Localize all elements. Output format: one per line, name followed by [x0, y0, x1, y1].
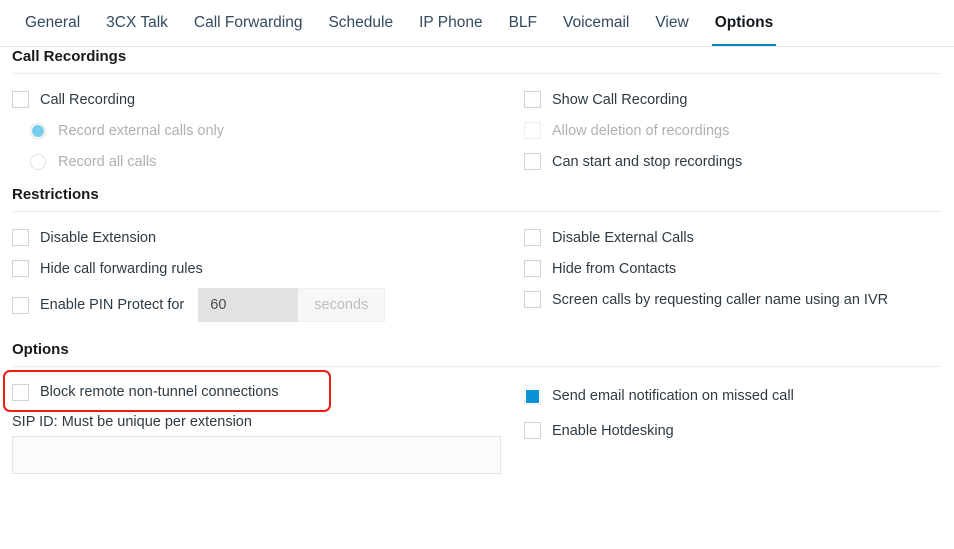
checkbox-row-block-remote[interactable]: Block remote non-tunnel connections [12, 377, 524, 407]
tab-label: BLF [508, 14, 538, 31]
tab-schedule[interactable]: Schedule [315, 0, 406, 46]
enable-hotdesking-checkbox[interactable] [524, 422, 541, 439]
record-all-calls-label: Record all calls [58, 153, 157, 170]
call-recordings-left-column: Call Recording Record external calls onl… [12, 84, 524, 177]
hide-from-contacts-checkbox[interactable] [524, 260, 541, 277]
tab-ip-phone[interactable]: IP Phone [406, 0, 496, 46]
checkbox-row-can-start-stop[interactable]: Can start and stop recordings [524, 146, 942, 177]
call-recordings-right-column: Show Call Recording Allow deletion of re… [524, 84, 942, 177]
record-external-calls-label: Record external calls only [58, 122, 225, 139]
tab-label: General [25, 14, 81, 31]
pin-timeout-input-group: seconds [198, 288, 386, 322]
enable-pin-protect-label: Enable PIN Protect for [40, 297, 185, 313]
section-title-call-recordings: Call Recordings [12, 48, 127, 65]
tab-options[interactable]: Options [702, 0, 787, 47]
checkbox-row-send-email-notification[interactable]: Send email notification on missed call [524, 377, 942, 415]
tab-label: Schedule [328, 14, 394, 31]
call-recording-checkbox[interactable] [12, 91, 29, 108]
pin-timeout-input[interactable] [198, 288, 299, 322]
section-restrictions: Restrictions Disable Extension Hide call… [0, 185, 954, 326]
tab-label: 3CX Talk [106, 14, 168, 31]
disable-extension-label: Disable Extension [40, 229, 157, 246]
tab-view[interactable]: View [642, 0, 701, 46]
section-title-options: Options [12, 341, 69, 358]
checkbox-row-enable-pin-protect[interactable]: Enable PIN Protect for seconds [12, 284, 524, 326]
checkbox-row-disable-extension[interactable]: Disable Extension [12, 222, 524, 253]
tab-label: Voicemail [563, 14, 630, 31]
tab-bar-divider [0, 46, 954, 47]
hide-from-contacts-label: Hide from Contacts [552, 260, 677, 277]
show-call-recording-label: Show Call Recording [552, 91, 688, 108]
screen-calls-checkbox[interactable] [524, 291, 541, 308]
allow-deletion-label: Allow deletion of recordings [552, 122, 730, 139]
can-start-stop-recordings-checkbox[interactable] [524, 153, 541, 170]
checkbox-row-hide-call-forwarding[interactable]: Hide call forwarding rules [12, 253, 524, 284]
block-remote-highlight-wrapper: Block remote non-tunnel connections [3, 370, 524, 412]
options-right-column: Send email notification on missed call E… [524, 377, 942, 446]
section-options: Options Block remote non-tunnel connecti… [0, 340, 954, 474]
tab-label: View [655, 14, 689, 31]
sip-id-label: SIP ID: Must be unique per extension [12, 414, 252, 430]
checkbox-row-hide-from-contacts[interactable]: Hide from Contacts [524, 253, 942, 284]
tab-voicemail[interactable]: Voicemail [550, 0, 642, 46]
show-call-recording-checkbox[interactable] [524, 91, 541, 108]
hide-call-forwarding-rules-checkbox[interactable] [12, 260, 29, 277]
section-divider [12, 73, 942, 74]
checkbox-row-screen-calls[interactable]: Screen calls by requesting caller name u… [524, 284, 942, 315]
tab-bar: General 3CX Talk Call Forwarding Schedul… [0, 0, 954, 47]
disable-external-calls-label: Disable External Calls [552, 229, 694, 246]
checkbox-row-allow-deletion: Allow deletion of recordings [524, 115, 942, 146]
restrictions-columns: Disable Extension Hide call forwarding r… [12, 222, 942, 326]
options-columns: Block remote non-tunnel connections SIP … [3, 370, 942, 474]
screen-calls-label: Screen calls by requesting caller name u… [552, 291, 889, 308]
disable-extension-checkbox[interactable] [12, 229, 29, 246]
call-recording-label: Call Recording [40, 91, 136, 108]
restrictions-right-column: Disable External Calls Hide from Contact… [524, 222, 942, 315]
tab-label: Options [714, 14, 774, 31]
checkbox-row-call-recording[interactable]: Call Recording [12, 84, 524, 115]
allow-deletion-checkbox [524, 122, 541, 139]
tab-blf[interactable]: BLF [496, 0, 550, 46]
section-call-recordings: Call Recordings Call Recording Record ex… [0, 47, 954, 177]
checkbox-row-show-call-recording[interactable]: Show Call Recording [524, 84, 942, 115]
block-remote-non-tunnel-checkbox[interactable] [12, 383, 29, 401]
section-divider [12, 211, 942, 212]
checkbox-row-disable-external-calls[interactable]: Disable External Calls [524, 222, 942, 253]
record-all-calls-radio[interactable] [30, 153, 46, 170]
block-remote-non-tunnel-label: Block remote non-tunnel connections [40, 384, 279, 400]
tab-label: IP Phone [419, 14, 483, 31]
radio-row-record-external[interactable]: Record external calls only [12, 115, 524, 146]
tab-3cx-talk[interactable]: 3CX Talk [93, 0, 181, 46]
tab-label: Call Forwarding [193, 14, 303, 31]
radio-row-record-all[interactable]: Record all calls [12, 146, 524, 177]
can-start-stop-recordings-label: Can start and stop recordings [552, 153, 743, 170]
enable-hotdesking-label: Enable Hotdesking [552, 422, 674, 439]
disable-external-calls-checkbox[interactable] [524, 229, 541, 246]
send-email-notification-label: Send email notification on missed call [552, 388, 794, 404]
enable-pin-protect-checkbox[interactable] [12, 296, 29, 314]
sip-id-input[interactable] [12, 436, 501, 474]
section-divider [12, 366, 942, 367]
record-external-calls-radio[interactable] [30, 122, 46, 139]
checkbox-row-enable-hotdesking[interactable]: Enable Hotdesking [524, 415, 942, 446]
call-recordings-columns: Call Recording Record external calls onl… [12, 84, 942, 177]
send-email-notification-checkbox[interactable] [524, 387, 541, 405]
pin-timeout-units-addon: seconds [298, 288, 386, 322]
restrictions-left-column: Disable Extension Hide call forwarding r… [12, 222, 524, 326]
options-left-column: Block remote non-tunnel connections SIP … [3, 370, 524, 474]
section-title-restrictions: Restrictions [12, 186, 99, 203]
tab-general[interactable]: General [12, 0, 93, 46]
tab-call-forwarding[interactable]: Call Forwarding [181, 0, 316, 46]
hide-call-forwarding-rules-label: Hide call forwarding rules [40, 260, 203, 277]
